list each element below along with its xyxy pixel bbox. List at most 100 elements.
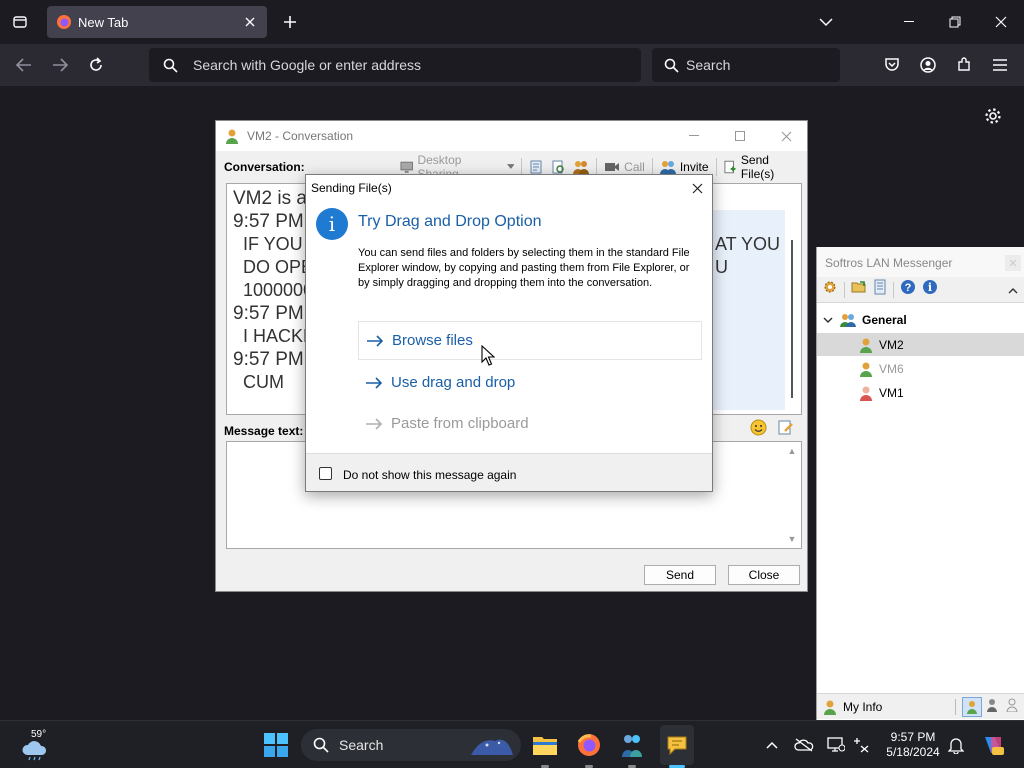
onedrive-icon[interactable] bbox=[794, 735, 814, 755]
dialog-close-icon[interactable] bbox=[686, 179, 708, 197]
maximize-button[interactable] bbox=[718, 123, 762, 149]
close-icon[interactable]: ✕ bbox=[1005, 255, 1021, 271]
arrow-right-icon bbox=[365, 417, 385, 431]
user-item-vm1[interactable]: VM1 bbox=[817, 381, 1024, 404]
close-button[interactable] bbox=[764, 123, 808, 149]
history-line: U bbox=[715, 257, 728, 277]
status-away-button[interactable] bbox=[986, 698, 998, 715]
user-online-icon bbox=[860, 338, 872, 353]
document-icon bbox=[530, 160, 542, 174]
statusbar-divider bbox=[955, 698, 956, 715]
open-folder-icon[interactable] bbox=[851, 279, 867, 300]
group-general[interactable]: General bbox=[817, 309, 1024, 331]
user-offline-icon bbox=[1006, 698, 1018, 713]
history-line: VM2 is av bbox=[233, 188, 317, 209]
search-highlight-icon bbox=[471, 739, 513, 755]
chat-bubble-icon[interactable] bbox=[663, 731, 691, 759]
invite-label: Invite bbox=[679, 160, 709, 174]
about-icon[interactable]: i bbox=[922, 279, 938, 300]
taskbar-search[interactable]: Search bbox=[301, 729, 521, 761]
address-input[interactable] bbox=[193, 57, 613, 73]
dialog-title: Sending File(s) bbox=[311, 181, 392, 195]
gear-icon[interactable] bbox=[981, 104, 1005, 128]
user-item-vm6[interactable]: VM6 bbox=[817, 357, 1024, 380]
network-icon[interactable] bbox=[851, 735, 871, 755]
call-label: Call bbox=[624, 160, 645, 174]
account-icon[interactable] bbox=[915, 52, 941, 78]
close-window-button[interactable] bbox=[978, 6, 1024, 38]
smiley-icon[interactable] bbox=[750, 419, 767, 441]
history-icon[interactable] bbox=[873, 279, 887, 300]
send-button[interactable]: Send bbox=[644, 565, 716, 585]
search-bar[interactable] bbox=[652, 48, 840, 82]
search-input[interactable] bbox=[686, 57, 836, 73]
history-scrollbar[interactable] bbox=[785, 184, 801, 414]
help-icon[interactable]: ? bbox=[900, 279, 916, 300]
minimize-button[interactable] bbox=[672, 123, 716, 149]
search-icon bbox=[161, 56, 179, 74]
paste-from-clipboard-option[interactable]: Paste from clipboard bbox=[358, 404, 702, 443]
reload-icon[interactable] bbox=[83, 52, 109, 78]
chevron-up-icon[interactable] bbox=[1008, 281, 1018, 299]
history-line: 1000000 bbox=[243, 280, 314, 300]
lan-messenger-app-icon[interactable] bbox=[618, 731, 646, 759]
history-line: CUM bbox=[243, 372, 284, 392]
hamburger-menu-icon[interactable] bbox=[987, 52, 1013, 78]
address-bar[interactable] bbox=[149, 48, 641, 82]
message-scrollbar[interactable]: ▲ ▼ bbox=[783, 442, 801, 548]
do-not-show-checkbox[interactable] bbox=[319, 467, 332, 480]
browser-navbar bbox=[0, 44, 1024, 86]
tab-list-icon[interactable] bbox=[8, 10, 32, 34]
back-arrow-icon[interactable] bbox=[11, 52, 37, 78]
cloud-rain-icon bbox=[22, 741, 47, 761]
status-online-button[interactable] bbox=[962, 696, 982, 717]
search-icon bbox=[662, 56, 680, 74]
tab-new-tab[interactable]: New Tab bbox=[47, 6, 267, 38]
file-search-icon bbox=[552, 160, 564, 174]
chevron-down-icon[interactable] bbox=[814, 10, 838, 34]
new-tab-plus-icon[interactable] bbox=[278, 10, 302, 34]
status-offline-button[interactable] bbox=[1006, 698, 1018, 715]
send-files-button[interactable]: Send File(s) bbox=[719, 153, 807, 181]
taskbar-search-label: Search bbox=[339, 737, 384, 753]
extensions-icon[interactable] bbox=[951, 52, 977, 78]
clock[interactable]: 9:57 PM 5/18/2024 bbox=[880, 730, 946, 760]
firefox-icon[interactable] bbox=[575, 731, 603, 759]
drag-and-drop-option[interactable]: Use drag and drop bbox=[358, 363, 702, 402]
windows-start-icon[interactable] bbox=[264, 733, 288, 757]
chevron-down-icon[interactable] bbox=[823, 316, 833, 324]
weather-temperature: 59° bbox=[31, 729, 47, 740]
close-conversation-button[interactable]: Close bbox=[728, 565, 800, 585]
group-label: General bbox=[862, 313, 907, 327]
user-label: VM6 bbox=[879, 361, 904, 376]
settings-icon[interactable] bbox=[822, 279, 838, 300]
tab-close-icon[interactable] bbox=[241, 13, 259, 31]
notification-bell-icon[interactable] bbox=[946, 735, 966, 755]
file-explorer-icon[interactable] bbox=[531, 731, 559, 759]
restore-window-button[interactable] bbox=[932, 6, 978, 38]
forward-arrow-icon[interactable] bbox=[47, 52, 73, 78]
add-file-icon bbox=[724, 160, 736, 174]
history-line: IF YOU bbox=[243, 234, 303, 254]
clock-time: 9:57 PM bbox=[890, 730, 936, 744]
drag-and-drop-label: Use drag and drop bbox=[391, 374, 516, 391]
do-not-show-label[interactable]: Do not show this message again bbox=[343, 468, 516, 482]
browse-files-option[interactable]: Browse files bbox=[358, 321, 702, 360]
scrollbar-thumb[interactable] bbox=[791, 240, 793, 398]
pocket-icon[interactable] bbox=[879, 52, 905, 78]
tab-title: New Tab bbox=[78, 14, 129, 30]
toolbar-divider bbox=[893, 281, 894, 298]
my-info-label[interactable]: My Info bbox=[843, 700, 882, 714]
conversation-titlebar[interactable]: VM2 - Conversation bbox=[216, 121, 807, 151]
user-icon bbox=[226, 129, 238, 144]
scroll-down-icon[interactable]: ▼ bbox=[788, 534, 797, 544]
display-icon[interactable] bbox=[826, 735, 846, 755]
edit-note-icon[interactable] bbox=[777, 419, 794, 441]
minimize-window-button[interactable] bbox=[886, 6, 932, 38]
users-icon bbox=[573, 161, 590, 174]
chevron-up-icon[interactable] bbox=[762, 735, 782, 755]
user-item-vm2[interactable]: VM2 bbox=[817, 333, 1024, 356]
scroll-up-icon[interactable]: ▲ bbox=[788, 446, 797, 456]
copilot-icon[interactable] bbox=[981, 735, 1005, 755]
messenger-titlebar[interactable]: Softros LAN Messenger ✕ bbox=[817, 247, 1024, 277]
